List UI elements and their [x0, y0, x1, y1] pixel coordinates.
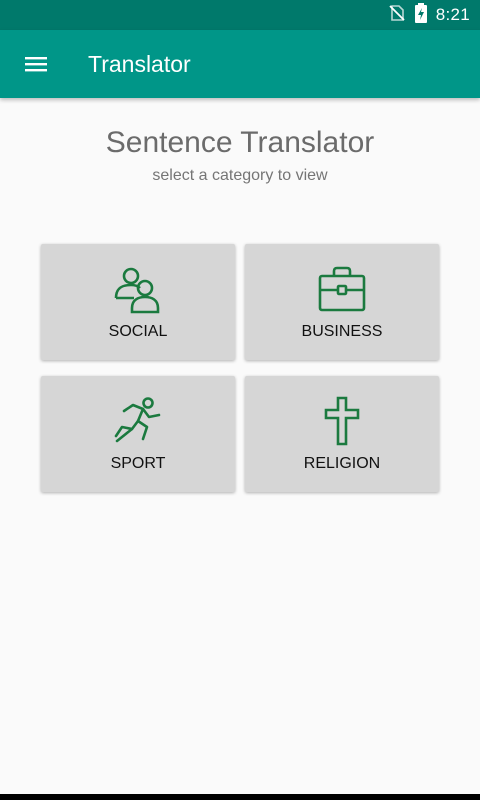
menu-icon	[25, 57, 47, 72]
main-content: Sentence Translator select a category to…	[0, 98, 480, 794]
briefcase-icon	[318, 266, 366, 312]
status-bar: 8:21	[0, 0, 480, 30]
cross-icon	[324, 396, 360, 446]
category-label: RELIGION	[303, 455, 381, 472]
status-time: 8:21	[435, 5, 470, 24]
category-card-business[interactable]: BUSINESS	[245, 244, 439, 360]
category-label: BUSINESS	[301, 323, 383, 340]
category-card-religion[interactable]: RELIGION	[245, 376, 439, 492]
page-subtitle: select a category to view	[152, 167, 328, 184]
people-icon	[114, 267, 160, 314]
no-sim-icon	[388, 4, 406, 27]
page-title: Sentence Translator	[105, 126, 375, 159]
battery-charging-icon	[414, 2, 428, 28]
category-card-social[interactable]: SOCIAL	[41, 244, 235, 360]
category-card-sport[interactable]: SPORT	[41, 376, 235, 492]
menu-button[interactable]	[12, 40, 60, 88]
app-title: Translator	[88, 50, 191, 77]
status-icons: 8:21	[388, 0, 470, 30]
app-bar: Translator	[0, 30, 480, 98]
navigation-bar	[0, 794, 480, 800]
category-label: SPORT	[110, 455, 166, 472]
runner-icon	[114, 397, 161, 443]
category-label: SOCIAL	[108, 323, 168, 340]
